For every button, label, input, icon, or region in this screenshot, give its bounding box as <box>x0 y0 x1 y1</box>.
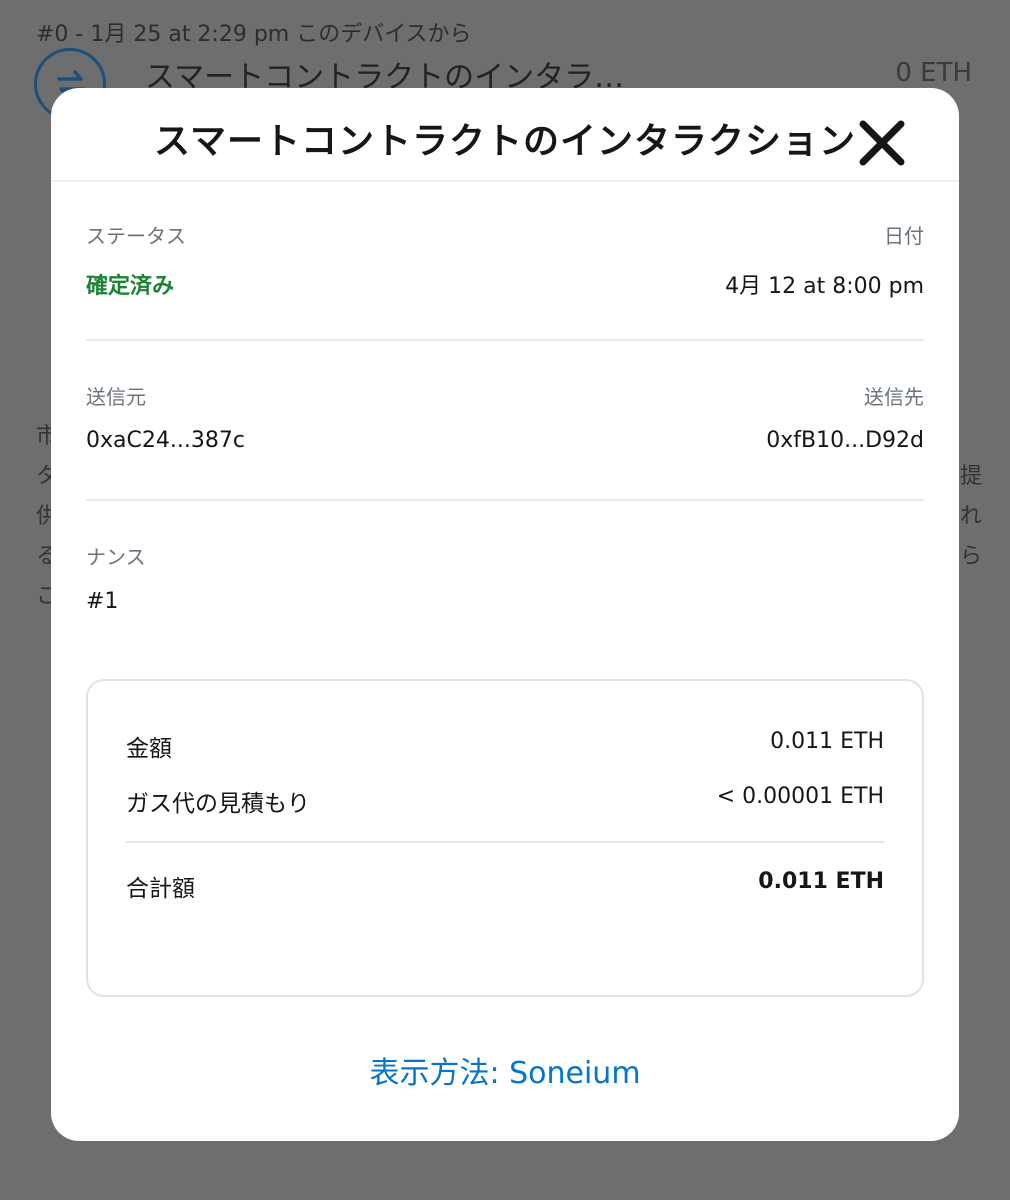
amount-row: 金額 0.011 ETH <box>126 729 884 762</box>
transaction-details-modal: スマートコントラクトのインタラクション ステータス 日付 確定済み 4月 12 … <box>51 88 959 1141</box>
status-date-labels: ステータス 日付 <box>86 220 924 250</box>
status-label: ステータス <box>86 224 186 248</box>
total-value: 0.011 ETH <box>758 869 884 894</box>
amount-value: 0.011 ETH <box>770 729 884 754</box>
amount-label: 金額 <box>126 736 172 762</box>
close-icon <box>859 120 905 166</box>
total-row: 合計額 0.011 ETH <box>126 869 884 902</box>
total-label: 合計額 <box>126 876 195 902</box>
background-transaction-meta: #0 - 1月 25 at 2:29 pm このデバイスから <box>36 22 472 47</box>
from-address[interactable]: 0xaC24...387c <box>86 428 245 453</box>
divider <box>86 339 924 341</box>
background-text-fragment: ら <box>960 544 983 569</box>
nonce-label: ナンス <box>86 545 146 569</box>
background-transaction-amount: 0 ETH <box>895 58 972 88</box>
nonce-label-row: ナンス <box>86 541 924 571</box>
date-value: 4月 12 at 8:00 pm <box>725 274 924 299</box>
background-text-fragment: れ <box>960 504 983 529</box>
nonce-value: #1 <box>86 589 119 614</box>
status-date-values: 確定済み 4月 12 at 8:00 pm <box>86 268 924 302</box>
background-text-fragment: 提 <box>960 464 983 489</box>
to-address[interactable]: 0xfB10...D92d <box>766 428 924 453</box>
amount-summary-card: 金額 0.011 ETH ガス代の見積もり < 0.00001 ETH 合計額 … <box>86 679 924 997</box>
summary-divider <box>126 841 884 843</box>
status-value: 確定済み <box>86 274 175 299</box>
nonce-value-row: #1 <box>86 589 924 623</box>
gas-estimate-label: ガス代の見積もり <box>126 791 310 817</box>
to-label: 送信先 <box>864 385 924 409</box>
divider <box>86 499 924 501</box>
view-on-explorer-link[interactable]: 表示方法: Soneium <box>51 1048 959 1092</box>
from-label: 送信元 <box>86 385 146 409</box>
modal-header: スマートコントラクトのインタラクション <box>51 88 959 182</box>
from-to-labels: 送信元 送信先 <box>86 381 924 411</box>
from-to-values: 0xaC24...387c 0xfB10...D92d <box>86 428 924 462</box>
gas-estimate-value: < 0.00001 ETH <box>716 784 884 809</box>
date-label: 日付 <box>884 224 924 248</box>
gas-estimate-row: ガス代の見積もり < 0.00001 ETH <box>126 784 884 817</box>
modal-title: スマートコントラクトのインタラクション <box>154 121 856 162</box>
close-button[interactable] <box>857 118 907 168</box>
